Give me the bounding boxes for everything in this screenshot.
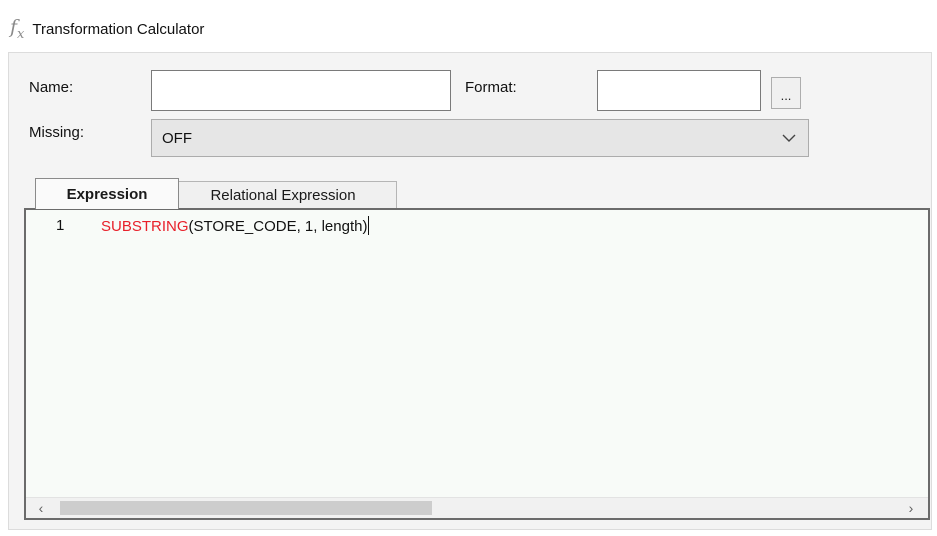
- scroll-right-icon[interactable]: ›: [900, 498, 922, 518]
- text-caret: [368, 216, 370, 235]
- scroll-left-icon[interactable]: ‹: [30, 498, 52, 518]
- format-browse-button[interactable]: ...: [771, 77, 801, 109]
- name-field[interactable]: [151, 70, 451, 111]
- function-fx-icon: fx: [10, 16, 25, 42]
- function-arguments: (STORE_CODE, 1, length): [188, 218, 368, 235]
- tab-expression[interactable]: Expression: [35, 178, 179, 209]
- function-keyword: SUBSTRING: [101, 218, 189, 235]
- window-title: Transformation Calculator: [32, 20, 205, 38]
- name-label: Name:: [29, 79, 74, 96]
- horizontal-scrollbar[interactable]: ‹ ›: [26, 497, 928, 518]
- line-number-gutter: [26, 210, 92, 518]
- line-number: 1: [56, 217, 65, 234]
- missing-label: Missing:: [29, 124, 85, 141]
- calculator-panel: Name: Format: ... Missing: OFF Relationa…: [8, 52, 932, 530]
- scrollbar-thumb[interactable]: [60, 501, 432, 515]
- missing-dropdown[interactable]: OFF: [151, 119, 809, 157]
- code-line[interactable]: SUBSTRING(STORE_CODE, 1, length): [101, 216, 370, 235]
- missing-selected-value: OFF: [162, 129, 192, 147]
- expression-editor[interactable]: 1 SUBSTRING(STORE_CODE, 1, length) ‹ ›: [24, 208, 930, 520]
- tab-relational-expression[interactable]: Relational Expression: [169, 181, 397, 209]
- chevron-down-icon[interactable]: [770, 134, 808, 143]
- window-title-bar: fx Transformation Calculator: [10, 14, 204, 44]
- format-label: Format:: [465, 79, 517, 96]
- format-field[interactable]: [597, 70, 761, 111]
